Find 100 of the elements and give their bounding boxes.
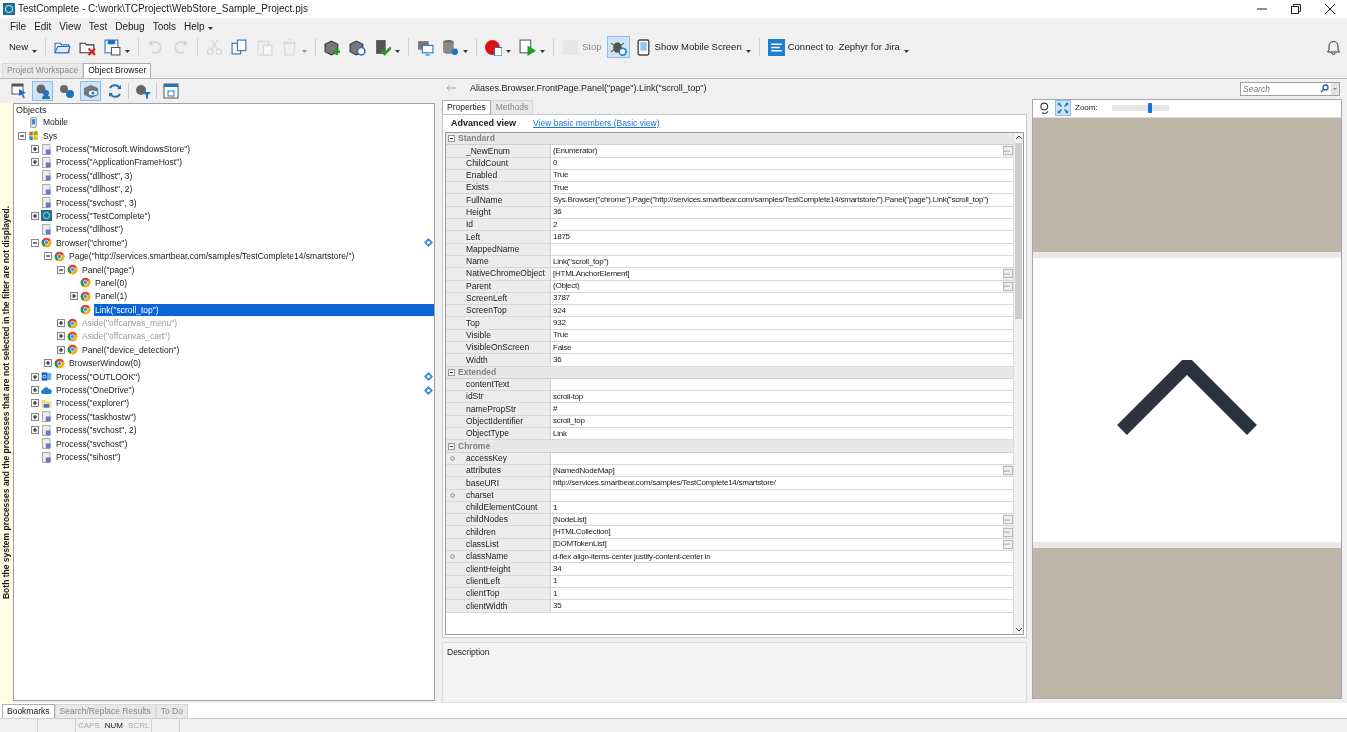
tree-item[interactable]: Panel("device_detection")	[81, 343, 181, 356]
search-field[interactable]: Search	[1240, 81, 1340, 96]
menu-item[interactable]: Help	[184, 18, 205, 34]
zoom-slider-thumb[interactable]	[1148, 103, 1153, 114]
caret-icon[interactable]	[32, 50, 37, 55]
expand-toggle-icon[interactable]	[31, 145, 39, 153]
property-row[interactable]: _NewEnum (Enumerator)	[446, 145, 1013, 158]
caret-icon[interactable]	[540, 50, 545, 55]
collapse-toggle-icon[interactable]	[448, 442, 455, 450]
caret-icon[interactable]	[395, 50, 400, 55]
tree-item[interactable]: Panel("page")	[81, 263, 136, 276]
collapse-toggle-icon[interactable]	[44, 252, 52, 261]
property-row[interactable]: ScreenTop 924	[446, 305, 1013, 318]
expand-toggle-icon[interactable]	[31, 399, 39, 408]
collapse-toggle-icon[interactable]	[448, 368, 455, 376]
tree-item[interactable]: Process("svchost")	[55, 437, 129, 450]
property-row[interactable]: childNodes [NodeList]	[446, 514, 1013, 527]
window-grid-button[interactable]	[160, 80, 181, 101]
tree-item[interactable]: Sys	[42, 129, 59, 142]
property-row[interactable]: children [HTMLCollection]	[446, 526, 1013, 539]
property-row[interactable]: baseURI http://services.smartbear.com/samples/TestComplete14/smartstore/	[446, 477, 1013, 490]
tree-item[interactable]: Process("dllhost", 2)	[55, 183, 134, 196]
scrollbar-thumb[interactable]	[1015, 142, 1022, 319]
tree-item[interactable]: Process("svchost", 2)	[55, 424, 138, 437]
tab[interactable]: Object Browser	[83, 62, 152, 78]
tree-item[interactable]: Mobile	[42, 116, 70, 129]
menu-item[interactable]: File	[10, 18, 27, 34]
close-icon[interactable]	[1325, 3, 1335, 14]
property-row[interactable]: Top 932	[446, 317, 1013, 330]
restore-icon[interactable]	[1291, 3, 1301, 14]
property-row[interactable]: ObjectType Link	[446, 428, 1013, 441]
tab[interactable]: Bookmarks	[2, 704, 55, 719]
property-row[interactable]: idStr scroll-top	[446, 391, 1013, 404]
expand-toggle-icon[interactable]	[57, 345, 65, 354]
toolbar-button[interactable]: New	[6, 36, 40, 59]
menu-item[interactable]: Debug	[115, 18, 145, 34]
property-row[interactable]: Exists True	[446, 182, 1013, 195]
expand-toggle-icon[interactable]	[31, 426, 39, 435]
zoom-slider[interactable]	[1111, 105, 1169, 112]
toolbar-button[interactable]: Show Mobile Screen	[631, 36, 754, 59]
property-row[interactable]: NativeChromeObject [HTMLAnchorElement]	[446, 268, 1013, 281]
tree-item[interactable]: Process("OneDrive")	[55, 384, 136, 397]
property-row[interactable]: clientHeight 34	[446, 563, 1013, 576]
tree-item[interactable]: Page("http://services.smartbear.com/samples/TestComplete14/smartstore/")	[68, 250, 356, 263]
expand-toggle-icon[interactable]	[31, 412, 39, 421]
tree-item[interactable]: Process("taskhostw")	[55, 410, 138, 423]
menu-item[interactable]: Test	[88, 18, 108, 34]
scrollbar[interactable]	[1013, 132, 1023, 634]
eye-box-button[interactable]	[80, 80, 101, 101]
fit-to-window-button[interactable]	[1055, 100, 1071, 117]
menu-item[interactable]: Tools	[152, 18, 177, 34]
expand-toggle-icon[interactable]	[31, 158, 39, 167]
notification-bell-icon[interactable]	[1326, 39, 1341, 56]
expand-toggle-icon[interactable]	[57, 319, 65, 328]
tree-item[interactable]: Process("OUTLOOK")	[55, 370, 141, 383]
caret-icon[interactable]	[745, 50, 751, 55]
caret-icon[interactable]	[903, 50, 909, 55]
tree-item[interactable]: Process("ApplicationFrameHost")	[55, 156, 184, 169]
property-row[interactable]: Id 2	[446, 219, 1013, 232]
caret-icon[interactable]	[125, 50, 130, 55]
tree-item[interactable]: Panel(0)	[94, 276, 129, 289]
tree-item[interactable]: Process("explorer")	[55, 397, 131, 410]
tree-item[interactable]: Process("svchost", 3)	[55, 196, 138, 209]
menu-item[interactable]: Edit	[34, 18, 52, 34]
property-row[interactable]: namePropStr #	[446, 403, 1013, 416]
caret-icon[interactable]	[207, 27, 213, 31]
gear-user-button[interactable]	[32, 80, 53, 101]
expand-toggle-icon[interactable]	[31, 386, 39, 395]
property-name: Id	[466, 218, 474, 232]
expand-toggle-icon[interactable]	[70, 292, 78, 301]
tree-item[interactable]: Process("dllhost", 3)	[55, 169, 134, 182]
collapse-toggle-icon[interactable]	[448, 135, 455, 143]
tree-item[interactable]: BrowserWindow(0)	[68, 357, 142, 370]
tree-item[interactable]: Process("TestComplete")	[55, 209, 152, 222]
tree-item[interactable]: Process("Microsoft.WindowsStore")	[55, 143, 192, 155]
property-row[interactable]: FullName Sys.Browser("chrome").Page("http://services.smartbear.com/samples/TestComplete14/smartstore/").Panel("page").Link("scroll_top")	[446, 194, 1013, 207]
basic-view-link[interactable]: View basic members (Basic view)	[533, 117, 660, 130]
property-row[interactable]: className d-flex align-items-center justify-content-center in	[446, 551, 1013, 564]
tree-item[interactable]: Process("dllhost")	[55, 223, 124, 236]
property-row[interactable]: clientWidth 35	[446, 600, 1013, 613]
menu-item[interactable]: View	[59, 18, 81, 34]
caret-icon[interactable]	[506, 50, 511, 55]
collapse-toggle-icon[interactable]	[57, 265, 65, 274]
tree-item[interactable]: Panel(1)	[94, 290, 129, 303]
expand-toggle-icon[interactable]	[31, 211, 39, 220]
tree-item[interactable]: Browser("chrome")	[55, 236, 129, 249]
caret-icon[interactable]	[463, 50, 468, 55]
tree-item[interactable]: Link("scroll_top")	[94, 303, 434, 316]
collapse-toggle-icon[interactable]	[31, 238, 39, 247]
tree-item[interactable]: Process("sihost")	[55, 451, 122, 463]
bug-button[interactable]	[606, 36, 630, 59]
property-row[interactable]: Left 1875	[446, 231, 1013, 244]
expand-toggle-icon[interactable]	[31, 372, 39, 381]
expand-toggle-icon[interactable]	[57, 332, 65, 341]
property-row[interactable]: Width 36	[446, 354, 1013, 367]
tab[interactable]: Properties	[442, 99, 491, 114]
floppy-disk-button[interactable]	[101, 36, 133, 59]
collapse-toggle-icon[interactable]	[18, 131, 26, 140]
toolbar-button[interactable]: Connect to Zephyr for Jira	[764, 36, 912, 59]
expand-toggle-icon[interactable]	[44, 359, 52, 368]
